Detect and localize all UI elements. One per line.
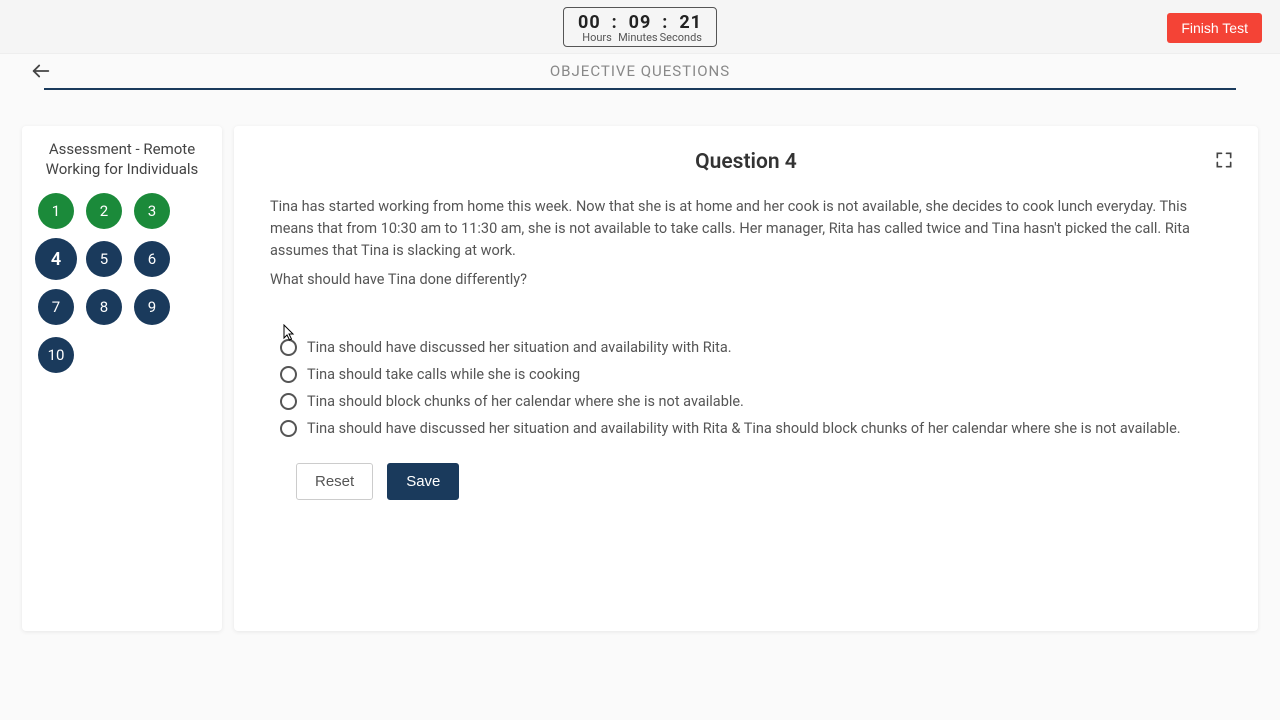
option-1[interactable]: Tina should have discussed her situation… <box>280 339 1222 356</box>
finish-test-button[interactable]: Finish Test <box>1167 13 1262 43</box>
option-3[interactable]: Tina should block chunks of her calendar… <box>280 393 1222 410</box>
question-nav-4[interactable]: 4 <box>36 239 76 279</box>
section-title: OBJECTIVE QUESTIONS <box>550 62 730 80</box>
option-2[interactable]: Tina should take calls while she is cook… <box>280 366 1222 383</box>
timer-digits: 00 : 09 : 21 <box>578 12 702 33</box>
section-header: OBJECTIVE QUESTIONS <box>44 54 1236 90</box>
timer-minutes: 09 <box>629 12 652 33</box>
option-text: Tina should have discussed her situation… <box>307 339 732 356</box>
question-nav-7[interactable]: 7 <box>38 289 74 325</box>
question-panel: Question 4 Tina has started working from… <box>234 126 1258 631</box>
assessment-title: Assessment - Remote Working for Individu… <box>36 140 208 179</box>
top-bar: 00 : 09 : 21 Hours Minutes Seconds Finis… <box>0 0 1280 54</box>
option-4[interactable]: Tina should have discussed her situation… <box>280 420 1222 437</box>
action-row: Reset Save <box>270 463 1222 500</box>
radio-icon[interactable] <box>280 339 297 356</box>
option-text: Tina should have discussed her situation… <box>307 420 1181 437</box>
save-button[interactable]: Save <box>387 463 459 500</box>
fullscreen-icon[interactable] <box>1214 150 1234 174</box>
question-nav-5[interactable]: 5 <box>86 241 122 277</box>
radio-icon[interactable] <box>280 393 297 410</box>
timer-seconds: 21 <box>679 12 702 33</box>
question-heading: Question 4 <box>270 150 1222 174</box>
option-text: Tina should take calls while she is cook… <box>307 366 580 383</box>
question-nav-sidebar: Assessment - Remote Working for Individu… <box>22 126 222 631</box>
question-nav-2[interactable]: 2 <box>86 193 122 229</box>
back-arrow-icon[interactable] <box>30 60 52 87</box>
question-nav-6[interactable]: 6 <box>134 241 170 277</box>
reset-button[interactable]: Reset <box>296 463 373 500</box>
question-nav-1[interactable]: 1 <box>38 193 74 229</box>
question-nav-9[interactable]: 9 <box>134 289 170 325</box>
question-prompt: What should have Tina done differently? <box>270 269 1222 291</box>
question-grid: 123 456 789 10 <box>36 193 208 373</box>
options-group: Tina should have discussed her situation… <box>270 339 1222 437</box>
question-nav-8[interactable]: 8 <box>86 289 122 325</box>
timer-box: 00 : 09 : 21 Hours Minutes Seconds <box>563 7 717 47</box>
question-nav-10[interactable]: 10 <box>38 337 74 373</box>
question-nav-3[interactable]: 3 <box>134 193 170 229</box>
timer-hours: 00 <box>578 12 601 33</box>
radio-icon[interactable] <box>280 420 297 437</box>
option-text: Tina should block chunks of her calendar… <box>307 393 744 410</box>
question-body: Tina has started working from home this … <box>270 196 1222 261</box>
radio-icon[interactable] <box>280 366 297 383</box>
timer-labels: Hours Minutes Seconds <box>578 31 702 44</box>
